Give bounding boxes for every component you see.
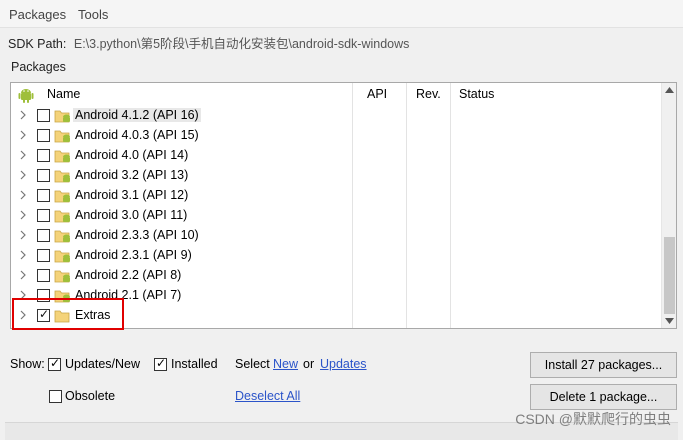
- row-checkbox[interactable]: [37, 209, 50, 222]
- row-checkbox[interactable]: [37, 269, 50, 282]
- select-new-link[interactable]: New: [273, 357, 298, 371]
- row-checkbox[interactable]: [37, 189, 50, 202]
- row-checkbox[interactable]: [37, 169, 50, 182]
- android-folder-icon: [54, 110, 70, 123]
- menu-tools[interactable]: Tools: [78, 7, 108, 22]
- tree-row-label: Android 2.3.1 (API 9): [75, 248, 192, 262]
- tree-row[interactable]: Android 4.0.3 (API 15): [11, 125, 661, 145]
- scroll-up-icon[interactable]: [665, 87, 674, 93]
- row-checkbox[interactable]: [37, 249, 50, 262]
- chevron-right-icon[interactable]: [18, 249, 28, 261]
- updates-new-checkbox[interactable]: ✓: [48, 356, 61, 371]
- show-label: Show:: [10, 357, 45, 371]
- chevron-right-icon[interactable]: [18, 189, 28, 201]
- install-packages-button[interactable]: Install 27 packages...: [530, 352, 677, 378]
- tree-row[interactable]: Android 4.0 (API 14): [11, 145, 661, 165]
- obsolete-row: Obsolete Deselect All: [49, 389, 349, 407]
- chevron-right-icon[interactable]: [18, 109, 28, 121]
- package-tree[interactable]: Name API Rev. Status Android 4.1.2 (API …: [10, 82, 677, 329]
- android-folder-icon: [54, 190, 70, 203]
- watermark: CSDN @默默爬行的虫虫: [515, 411, 671, 427]
- deselect-all-link[interactable]: Deselect All: [235, 389, 300, 403]
- tree-row-label: Android 4.1.2 (API 16): [73, 108, 201, 122]
- chevron-right-icon[interactable]: [18, 169, 28, 181]
- packages-group-label: Packages: [11, 60, 66, 74]
- row-checkbox[interactable]: [37, 149, 50, 162]
- select-updates-link[interactable]: Updates: [320, 357, 367, 371]
- tree-row-label: Android 3.0 (API 11): [75, 208, 188, 222]
- tree-row-label: Android 3.1 (API 12): [75, 188, 189, 202]
- column-header-rev[interactable]: Rev.: [416, 83, 441, 105]
- tree-rows: Android 4.1.2 (API 16) Android 4.0.3 (API…: [11, 105, 661, 325]
- column-header-status[interactable]: Status: [459, 83, 494, 105]
- android-folder-icon: [54, 230, 70, 243]
- delete-package-button[interactable]: Delete 1 package...: [530, 384, 677, 410]
- chevron-right-icon[interactable]: [18, 149, 28, 161]
- row-checkbox[interactable]: [37, 109, 50, 122]
- tree-row[interactable]: Android 2.2 (API 8): [11, 265, 661, 285]
- check-icon: ✓: [50, 356, 61, 370]
- tree-header: Name API Rev. Status: [11, 83, 661, 328]
- obsolete-checkbox[interactable]: [49, 390, 62, 403]
- vertical-scrollbar[interactable]: [661, 83, 676, 328]
- chevron-right-icon[interactable]: [18, 229, 28, 241]
- installed-checkbox[interactable]: ✓: [154, 356, 167, 371]
- tree-row[interactable]: Android 3.1 (API 12): [11, 185, 661, 205]
- installed-label: Installed: [171, 357, 218, 371]
- tree-row-label: Android 3.2 (API 13): [75, 168, 189, 182]
- tree-row[interactable]: Android 3.0 (API 11): [11, 205, 661, 225]
- chevron-right-icon[interactable]: [18, 269, 28, 281]
- obsolete-label: Obsolete: [65, 389, 116, 403]
- row-checkbox[interactable]: [37, 229, 50, 242]
- tree-row-label: Android 2.2 (API 8): [75, 268, 182, 282]
- sdk-path-label: SDK Path:: [8, 37, 67, 51]
- annotation-highlight-box: [12, 298, 124, 330]
- android-folder-icon: [54, 250, 70, 263]
- show-filter-row: Show: ✓ Updates/New ✓ Installed Select N…: [10, 356, 530, 375]
- tree-row[interactable]: Android 3.2 (API 13): [11, 165, 661, 185]
- tree-row-label: Android 4.0 (API 14): [75, 148, 189, 162]
- updates-new-label: Updates/New: [65, 357, 141, 371]
- android-folder-icon: [54, 150, 70, 163]
- menu-bar: Packages Tools: [0, 0, 683, 28]
- tree-row[interactable]: Android 2.3.3 (API 10): [11, 225, 661, 245]
- scroll-down-icon[interactable]: [665, 318, 674, 324]
- tree-row[interactable]: Android 4.1.2 (API 16): [11, 105, 661, 125]
- check-icon: ✓: [156, 356, 167, 370]
- chevron-right-icon[interactable]: [18, 129, 28, 141]
- chevron-right-icon[interactable]: [18, 209, 28, 221]
- scrollbar-thumb[interactable]: [664, 237, 675, 314]
- android-icon: [18, 89, 34, 103]
- tree-row[interactable]: Android 2.3.1 (API 9): [11, 245, 661, 265]
- column-header-name[interactable]: Name: [47, 83, 80, 105]
- android-folder-icon: [54, 170, 70, 183]
- row-checkbox[interactable]: [37, 129, 50, 142]
- android-folder-icon: [54, 270, 70, 283]
- column-header-api[interactable]: API: [367, 83, 387, 105]
- tree-row-label: Android 4.0.3 (API 15): [75, 128, 199, 142]
- android-folder-icon: [54, 210, 70, 223]
- select-label: Select: [235, 357, 270, 371]
- menu-packages[interactable]: Packages: [9, 7, 66, 22]
- android-folder-icon: [54, 130, 70, 143]
- sdk-path-row: SDK Path: E:\3.python\第5阶段\手机自动化安装包\andr…: [8, 33, 409, 52]
- or-label: or: [303, 357, 315, 371]
- sdk-path-value: E:\3.python\第5阶段\手机自动化安装包\android-sdk-wi…: [73, 37, 410, 51]
- tree-row-label: Android 2.3.3 (API 10): [75, 228, 199, 242]
